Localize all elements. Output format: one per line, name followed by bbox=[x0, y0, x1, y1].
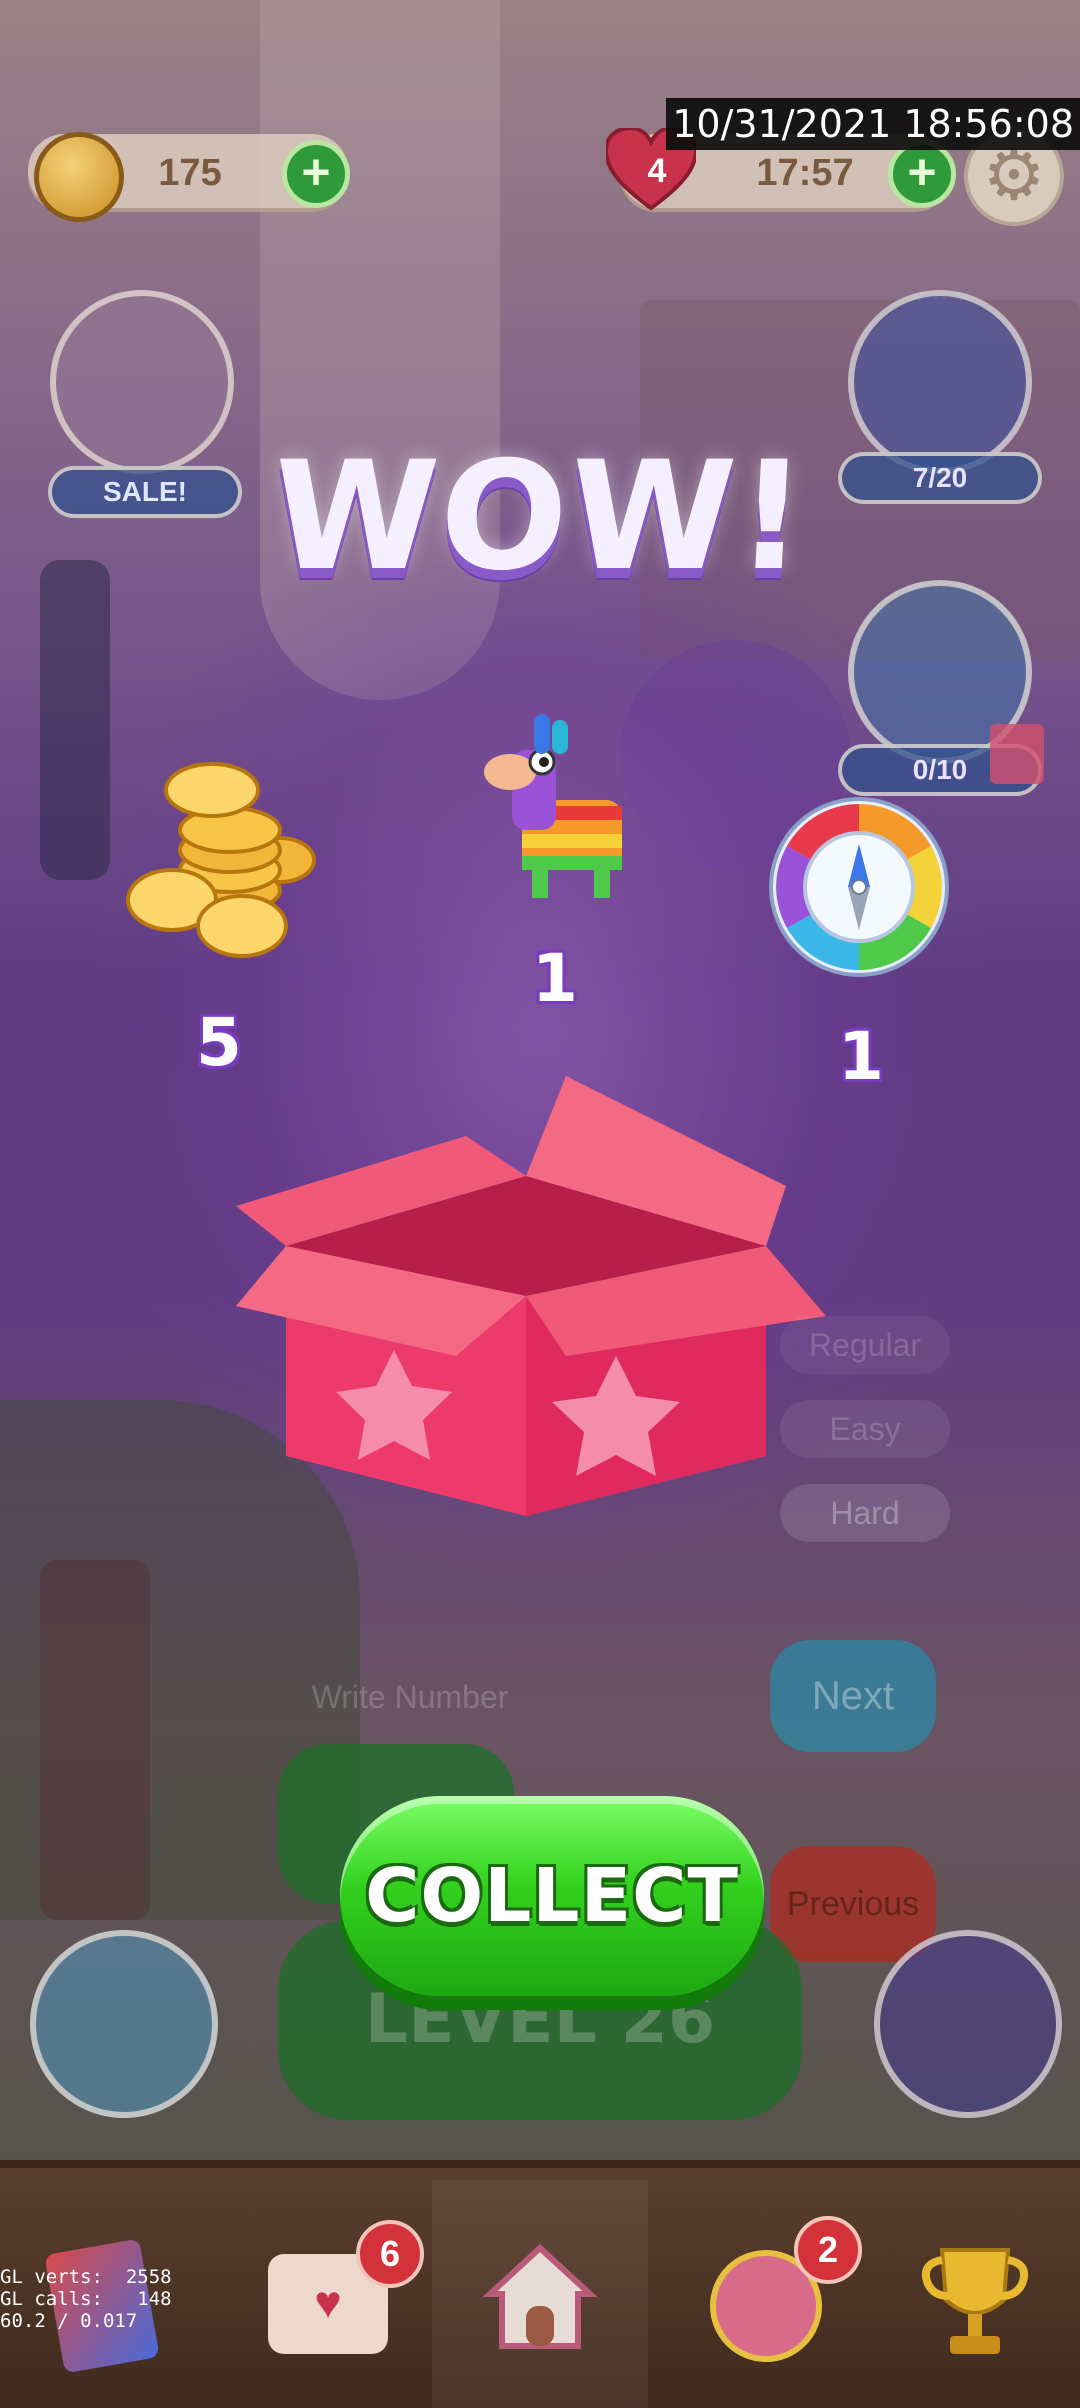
trophy-icon bbox=[921, 2248, 1029, 2354]
difficulty-easy: Easy bbox=[780, 1400, 950, 1458]
team-badge: 2 bbox=[794, 2216, 862, 2284]
compass-icon bbox=[769, 797, 949, 977]
difficulty-regular: Regular bbox=[780, 1316, 950, 1374]
lives-timer: 17:57 bbox=[756, 152, 854, 194]
mail-badge: 6 bbox=[356, 2220, 424, 2288]
map-icon[interactable] bbox=[30, 1930, 218, 2118]
status-datetime: 10/31/2021 18:56:08 bbox=[666, 98, 1080, 150]
add-lives-button[interactable]: + bbox=[888, 140, 956, 208]
reward-count-pinata: 1 bbox=[532, 940, 578, 1017]
gift-icon bbox=[990, 724, 1044, 784]
previous-button: Previous bbox=[770, 1846, 936, 1962]
gift-box-icon bbox=[236, 1076, 826, 1516]
debug-gl-calls: GL calls: 148 bbox=[0, 2288, 172, 2310]
home-icon bbox=[482, 2243, 598, 2349]
nav-trophy[interactable] bbox=[864, 2180, 1080, 2408]
nav-team[interactable]: 2 bbox=[648, 2180, 864, 2408]
debug-fps: 60.2 / 0.017 bbox=[0, 2310, 138, 2332]
pinata-icon bbox=[484, 714, 622, 898]
nav-home[interactable] bbox=[432, 2180, 648, 2408]
difficulty-hard: Hard bbox=[780, 1484, 950, 1542]
write-number-field: Write Number bbox=[311, 1679, 509, 1715]
next-button: Next bbox=[770, 1640, 936, 1752]
collect-button[interactable]: COLLECT bbox=[340, 1796, 764, 1996]
debug-gl-verts: GL verts: 2558 bbox=[0, 2266, 172, 2288]
add-coins-button[interactable]: + bbox=[282, 140, 350, 208]
lives-count: 4 bbox=[647, 152, 667, 190]
coin-icon bbox=[34, 132, 124, 222]
nav-mail[interactable]: ♥ 6 bbox=[216, 2180, 432, 2408]
popup-title: WOW! bbox=[268, 430, 812, 604]
coin-count: 175 bbox=[158, 152, 222, 194]
coin-video-icon[interactable] bbox=[874, 1930, 1062, 2118]
coin-stack-icon bbox=[126, 762, 316, 958]
